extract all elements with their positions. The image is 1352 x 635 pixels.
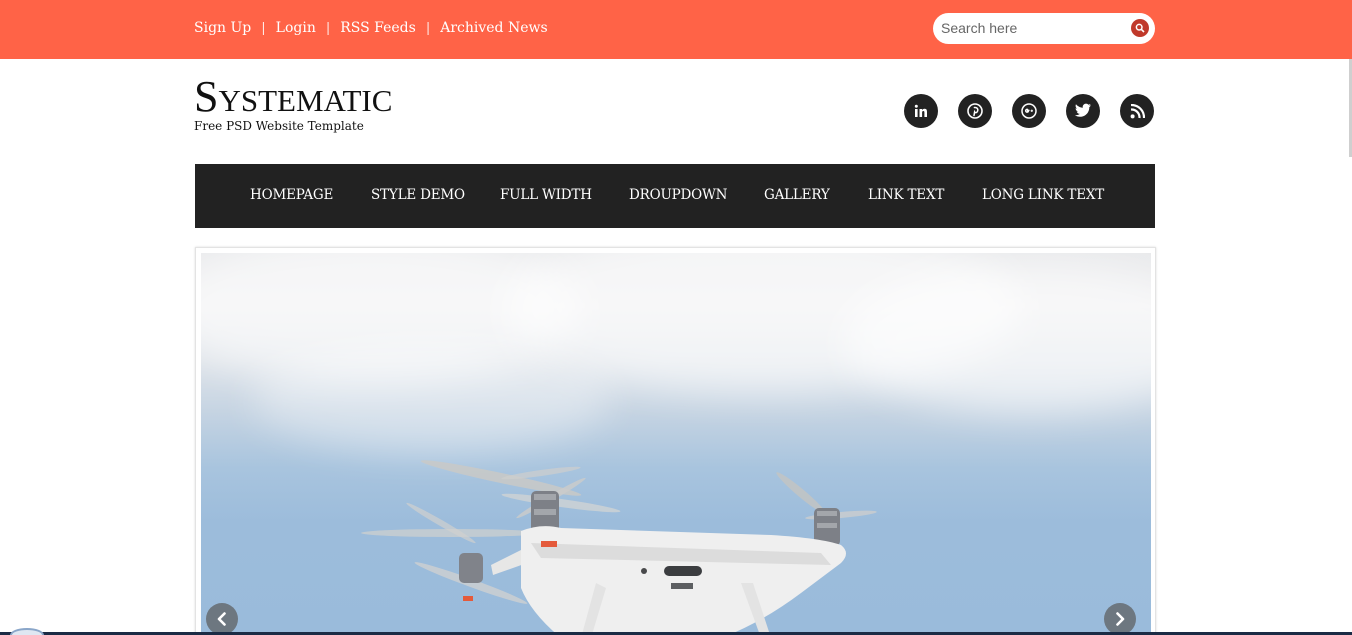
rss-feeds-link[interactable]: RSS Feeds: [340, 20, 416, 36]
nav-item-droupdown[interactable]: DROUPDOWN: [629, 187, 727, 203]
link-separator: |: [425, 20, 431, 36]
site-tagline: Free PSD Website Template: [194, 119, 364, 133]
link-separator: |: [261, 20, 266, 36]
google-plus-icon: [1021, 103, 1037, 119]
nav-item-gallery[interactable]: GALLERY: [764, 187, 830, 203]
google-plus-button[interactable]: [1012, 94, 1046, 128]
nav-item-style-demo[interactable]: STYLE DEMO: [371, 187, 465, 203]
site-title: Systematic: [194, 72, 393, 121]
nav-item-homepage[interactable]: HOMEPAGE: [250, 187, 333, 203]
top-bar: Sign Up | Login | RSS Feeds | Archived N…: [0, 0, 1352, 59]
twitter-button[interactable]: [1066, 94, 1100, 128]
chevron-left-icon: [217, 612, 226, 626]
site-logo[interactable]: Systematic Free PSD Website Template: [194, 72, 393, 134]
linkedin-icon: [914, 104, 927, 117]
main-nav: HOMEPAGE STYLE DEMO FULL WIDTH DROUPDOWN…: [195, 164, 1155, 228]
nav-item-full-width[interactable]: FULL WIDTH: [500, 187, 592, 203]
nav-item-link-text[interactable]: LINK TEXT: [868, 187, 944, 203]
taskbar-start-icon[interactable]: [10, 628, 44, 635]
rss-icon: [1130, 103, 1145, 118]
drone-image: [361, 460, 877, 635]
nav-item-long-link-text[interactable]: LONG LINK TEXT: [982, 187, 1104, 203]
pinterest-icon: [967, 103, 983, 119]
search-icon: [1135, 23, 1145, 33]
signup-link[interactable]: Sign Up: [194, 20, 251, 36]
slide-image: [201, 253, 1151, 635]
chevron-right-icon: [1116, 612, 1125, 626]
slider-next-button[interactable]: [1104, 603, 1136, 635]
rss-button[interactable]: [1120, 94, 1154, 128]
search-box: [933, 13, 1155, 44]
hero-slider: [195, 247, 1156, 635]
linkedin-button[interactable]: [904, 94, 938, 128]
archived-news-link[interactable]: Archived News: [440, 20, 547, 36]
search-button[interactable]: [1131, 19, 1149, 37]
slider-prev-button[interactable]: [206, 603, 238, 635]
top-links: Sign Up | Login | RSS Feeds | Archived N…: [194, 20, 548, 36]
search-input[interactable]: [941, 18, 1121, 38]
pinterest-button[interactable]: [958, 94, 992, 128]
link-separator: |: [325, 20, 331, 36]
login-link[interactable]: Login: [276, 20, 316, 36]
twitter-icon: [1074, 103, 1091, 117]
